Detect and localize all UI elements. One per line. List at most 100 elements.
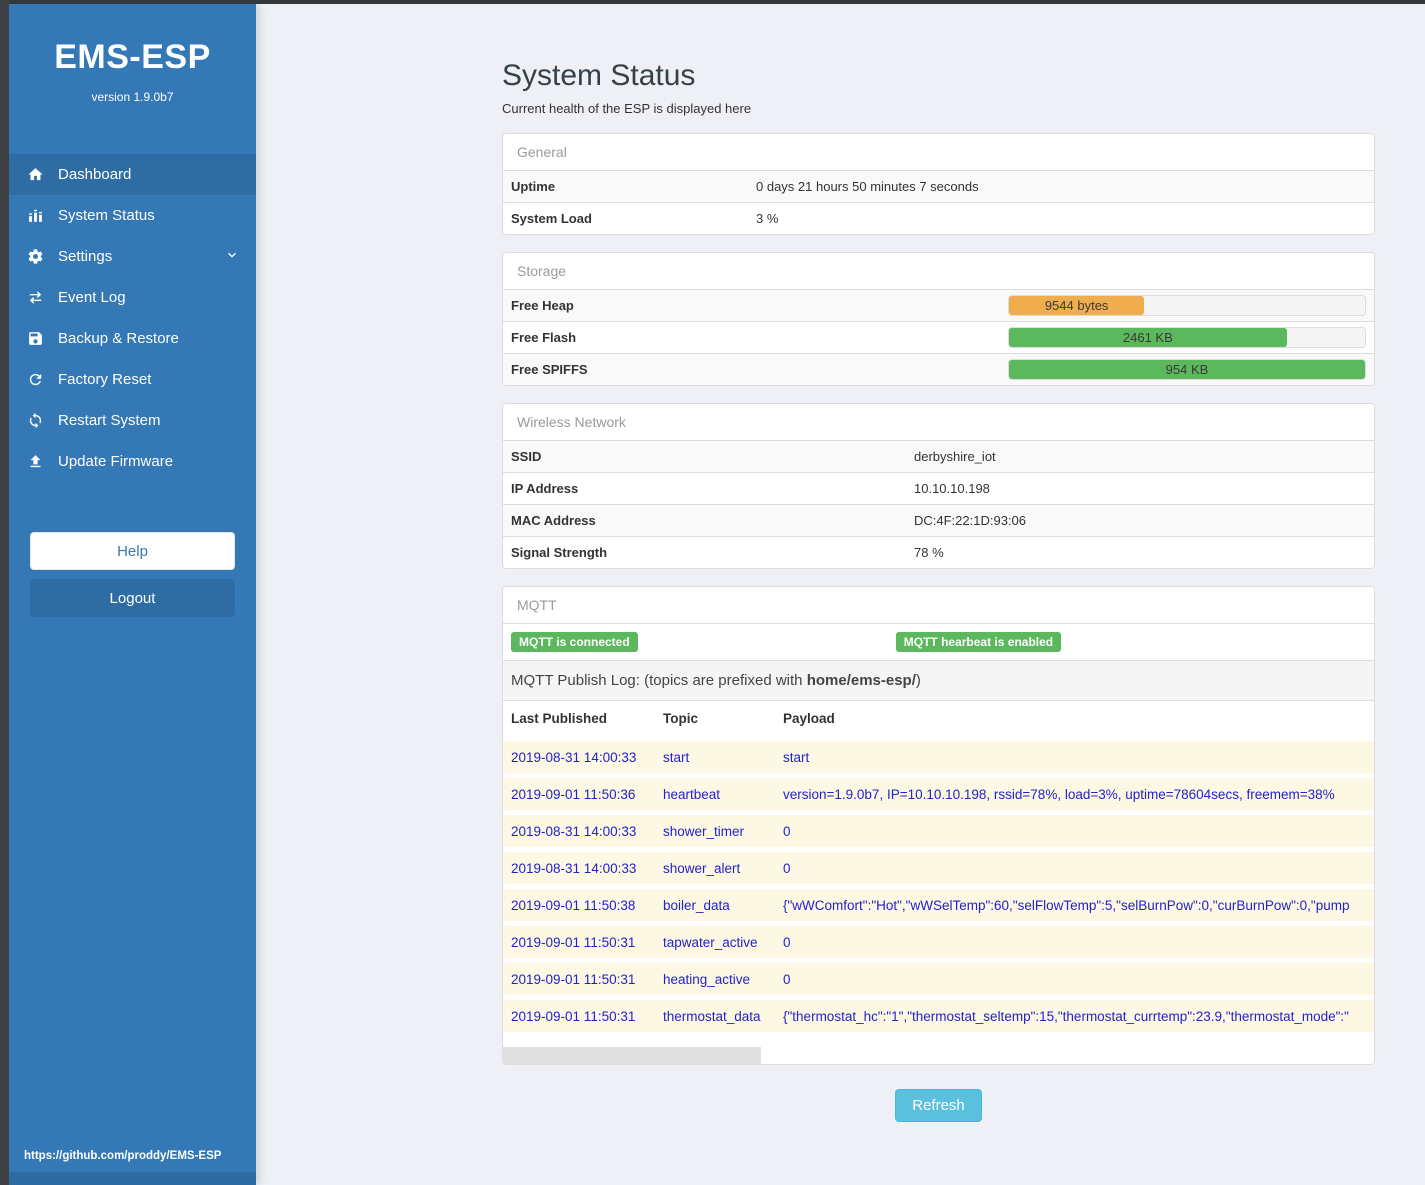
sidebar-item-label: Event Log [58,289,126,306]
cell-last-published: 2019-09-01 11:50:31 [503,972,663,987]
cell-payload: {"thermostat_hc":"1","thermostat_seltemp… [783,1009,1374,1024]
page-title: System Status [502,60,1375,92]
cell-topic: boiler_data [663,898,783,913]
storage-panel-header: Storage [503,253,1374,289]
ssid-label: SSID [503,441,914,472]
ip-address-label: IP Address [503,473,914,504]
sidebar-item-system-status[interactable]: System Status [9,195,256,236]
sync-icon [25,412,45,430]
exchange-icon [25,289,45,307]
sidebar-buttons: Help Logout [9,532,256,617]
system-load-value: 3 % [756,203,786,234]
cell-topic: thermostat_data [663,1009,783,1024]
column-payload: Payload [783,711,835,726]
cell-last-published: 2019-08-31 14:00:33 [503,861,663,876]
sidebar-nav: Dashboard System Status Settings Event L… [9,154,256,482]
table-row: 2019-09-01 11:50:31 heating_active 0 [503,963,1374,995]
help-button[interactable]: Help [30,532,235,570]
sidebar-item-label: Dashboard [58,166,131,183]
signal-strength-label: Signal Strength [503,537,914,568]
mqtt-topic-prefix: home/ems-esp/ [807,672,916,689]
free-spiffs-row: Free SPIFFS 954 KB [503,353,1374,385]
sidebar-item-update-firmware[interactable]: Update Firmware [9,441,256,482]
chart-icon [25,207,45,225]
free-flash-progress: 2461 KB [1008,327,1366,348]
mac-address-value: DC:4F:22:1D:93:06 [914,505,1034,536]
column-topic: Topic [663,711,783,726]
mqtt-table-body: 2019-08-31 14:00:33 start start 2019-09-… [503,736,1374,1047]
free-heap-progress-fill: 9544 bytes [1009,296,1144,315]
free-spiffs-progress-fill: 954 KB [1009,360,1365,379]
free-heap-label: Free Heap [503,290,1008,321]
sidebar-item-restart-system[interactable]: Restart System [9,400,256,441]
cell-topic: shower_alert [663,861,783,876]
mac-address-label: MAC Address [503,505,914,536]
mac-address-row: MAC Address DC:4F:22:1D:93:06 [503,504,1374,536]
cell-payload: 0 [783,861,1374,876]
logout-button[interactable]: Logout [30,579,235,617]
upload-icon [25,453,45,471]
cell-payload: 0 [783,824,1374,839]
ssid-row: SSID derbyshire_iot [503,440,1374,472]
mqtt-panel-header: MQTT [503,587,1374,623]
column-last-published: Last Published [503,711,663,726]
horizontal-scrollbar-thumb[interactable] [503,1047,761,1064]
app-title: EMS-ESP [9,38,256,77]
page-subtitle: Current health of the ESP is displayed h… [502,101,1375,116]
app-version: version 1.9.0b7 [9,90,256,104]
table-row: 2019-09-01 11:50:36 heartbeat version=1.… [503,778,1374,810]
wireless-panel: Wireless Network SSID derbyshire_iot IP … [502,403,1375,569]
table-row: 2019-08-31 14:00:33 shower_alert 0 [503,852,1374,884]
cell-last-published: 2019-09-01 11:50:31 [503,935,663,950]
general-panel-header: General [503,134,1374,170]
cell-last-published: 2019-08-31 14:00:33 [503,750,663,765]
home-icon [25,166,45,184]
free-spiffs-progress: 954 KB [1008,359,1366,380]
cell-topic: heating_active [663,972,783,987]
uptime-row: Uptime 0 days 21 hours 50 minutes 7 seco… [503,170,1374,202]
github-link[interactable]: https://github.com/proddy/EMS-ESP [9,1150,256,1172]
mqtt-table-header: Last Published Topic Payload [503,700,1374,736]
cell-payload: start [783,750,1374,765]
free-flash-row: Free Flash 2461 KB [503,321,1374,353]
cell-topic: tapwater_active [663,935,783,950]
uptime-label: Uptime [503,171,756,202]
sidebar-item-label: Restart System [58,412,161,429]
free-heap-row: Free Heap 9544 bytes [503,289,1374,321]
mqtt-panel: MQTT MQTT is connected MQTT hearbeat is … [502,586,1375,1065]
horizontal-scrollbar [503,1047,1374,1064]
sidebar-item-settings[interactable]: Settings [9,236,256,277]
mqtt-heartbeat-badge: MQTT hearbeat is enabled [896,632,1061,652]
free-spiffs-label: Free SPIFFS [503,354,1008,385]
ssid-value: derbyshire_iot [914,441,1004,472]
table-row: 2019-08-31 14:00:33 start start [503,741,1374,773]
sidebar: EMS-ESP version 1.9.0b7 Dashboard System… [9,4,256,1185]
sidebar-item-label: Backup & Restore [58,330,179,347]
mqtt-publish-log-label: MQTT Publish Log: (topics are prefixed w… [503,660,1374,700]
sidebar-item-factory-reset[interactable]: Factory Reset [9,359,256,400]
cell-payload: {"wWComfort":"Hot","wWSelTemp":60,"selFl… [783,898,1374,913]
sidebar-item-dashboard[interactable]: Dashboard [9,154,256,195]
save-icon [25,330,45,348]
table-row: 2019-09-01 11:50:38 boiler_data {"wWComf… [503,889,1374,921]
cell-last-published: 2019-09-01 11:50:31 [503,1009,663,1024]
ip-address-row: IP Address 10.10.10.198 [503,472,1374,504]
mqtt-badges-row: MQTT is connected MQTT hearbeat is enabl… [503,623,1374,660]
free-heap-progress: 9544 bytes [1008,295,1366,316]
main-content: System Status Current health of the ESP … [256,4,1425,1185]
cell-last-published: 2019-08-31 14:00:33 [503,824,663,839]
table-row: 2019-08-31 14:00:33 shower_timer 0 [503,815,1374,847]
refresh-button[interactable]: Refresh [895,1089,982,1122]
storage-panel: Storage Free Heap 9544 bytes Free Flash … [502,252,1375,386]
cell-payload: 0 [783,972,1374,987]
cell-topic: shower_timer [663,824,783,839]
sidebar-item-label: System Status [58,207,155,224]
uptime-value: 0 days 21 hours 50 minutes 7 seconds [756,171,987,202]
sidebar-item-backup-restore[interactable]: Backup & Restore [9,318,256,359]
mqtt-connected-badge: MQTT is connected [511,632,638,652]
free-flash-progress-fill: 2461 KB [1009,328,1287,347]
table-row: 2019-09-01 11:50:31 tapwater_active 0 [503,926,1374,958]
sidebar-item-event-log[interactable]: Event Log [9,277,256,318]
signal-strength-value: 78 % [914,537,952,568]
brand: EMS-ESP version 1.9.0b7 [9,4,256,104]
